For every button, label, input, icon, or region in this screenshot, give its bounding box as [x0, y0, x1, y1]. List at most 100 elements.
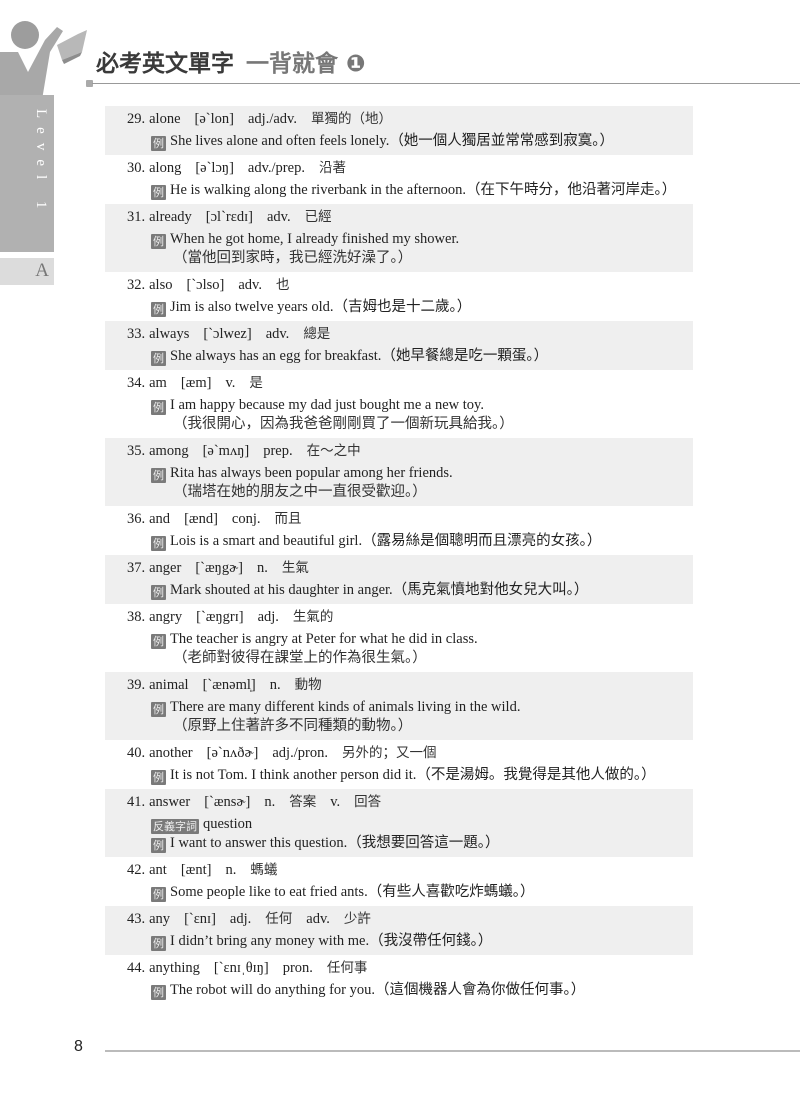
entry-number: 30.	[127, 160, 146, 176]
example-translation: （老師對彼得在課堂上的作為很生氣。）	[105, 649, 693, 668]
line-text: The teacher is angry at Peter for what h…	[170, 631, 478, 647]
example-icon: 例	[151, 585, 166, 600]
example-icon: 例	[151, 887, 166, 902]
entry-headword-line: 43. any [`ɛnɪ] adj. 任何 adv. 少許	[105, 908, 693, 932]
entry-number: 40.	[127, 745, 146, 761]
entry-part-of-speech: n.	[225, 862, 237, 878]
entry-part-of-speech: adj./adv.	[247, 111, 297, 127]
example-sentence: 例 Mark shouted at his daughter in anger.（…	[105, 581, 693, 600]
entry-meaning: 是	[249, 375, 263, 391]
antonym-line: 反義字詞 question	[105, 815, 693, 834]
line-text: He is walking along the riverbank in the…	[170, 182, 677, 198]
entry-word: also	[149, 277, 173, 293]
level-label: Level 1	[33, 109, 49, 218]
entry-number: 29.	[127, 111, 146, 127]
entry-number: 35.	[127, 443, 146, 459]
example-icon: 例	[151, 838, 166, 853]
entry-part-of-speech: prep.	[263, 443, 293, 459]
entry-part-of-speech: adv.	[266, 209, 291, 225]
entry-headword-line: 40. another [ə`nʌðɚ] adj./pron. 另外的；又一個	[105, 742, 693, 766]
vocab-entry: 42. ant [ænt] n. 螞蟻例 Some people like to eat …	[105, 857, 693, 906]
entry-meaning-2: 回答	[354, 794, 382, 810]
entry-meaning: 也	[275, 277, 290, 293]
book-subtitle: 一背就會 ❶	[246, 51, 366, 77]
line-text: question	[203, 816, 253, 832]
entry-number: 32.	[127, 277, 146, 293]
entry-headword-line: 29. alone [ə`lon] adj./adv. 單獨的（地）	[105, 108, 693, 132]
entry-phonetic: [ɔl`rɛdɪ]	[205, 209, 253, 225]
entry-word: angry	[149, 609, 183, 625]
entry-word: any	[149, 911, 171, 927]
vocab-entry: 38. angry [`æŋgrɪ] adj. 生氣的例 The teacher is a…	[105, 604, 693, 672]
entry-part-of-speech: n.	[269, 677, 281, 693]
example-sentence: 例 Jim is also twelve years old.（吉姆也是十二歲。）	[105, 298, 693, 317]
line-text: It is not Tom. I think another person di…	[170, 767, 656, 783]
entry-headword-line: 37. anger [`æŋgɚ] n. 生氣	[105, 557, 693, 581]
entry-headword-line: 32. also [`ɔlso] adv. 也	[105, 274, 693, 298]
example-sentence: 例 Rita has always been popular among her …	[105, 464, 693, 483]
vocab-entry: 35. among [ə`mʌŋ] prep. 在～之中例 Rita has always…	[105, 438, 693, 506]
example-sentence: 例 He is walking along the riverbank in th…	[105, 181, 693, 200]
entry-headword-line: 44. anything [`ɛnɪˌθɪŋ] pron. 任何事	[105, 957, 693, 981]
vocab-entry: 41. answer [`ænsɚ] n. 答案 v. 回答反義字詞 question 例 I w…	[105, 789, 693, 857]
entry-part-of-speech: adj./pron.	[272, 745, 328, 761]
entry-meaning: 答案	[289, 794, 317, 810]
line-text: She lives alone and often feels lonely.（…	[170, 133, 615, 149]
entry-headword-line: 42. ant [ænt] n. 螞蟻	[105, 859, 693, 883]
entry-phonetic: [`ɔlwez]	[203, 326, 252, 342]
line-text: （我很開心，因為我爸爸剛剛買了一個新玩具給我。）	[173, 416, 514, 432]
example-translation: （原野上住著許多不同種類的動物。）	[105, 717, 693, 736]
entry-meaning: 而且	[274, 511, 302, 527]
example-sentence: 例 It is not Tom. I think another person d…	[105, 766, 693, 785]
entry-word: another	[149, 745, 193, 761]
example-translation: （當他回到家時，我已經洗好澡了。）	[105, 249, 693, 268]
entry-phonetic: [ænt]	[180, 862, 212, 878]
example-sentence: 例 There are many different kinds of anima…	[105, 698, 693, 717]
line-text: I want to answer this question.（我想要回答這一題…	[170, 835, 500, 851]
vocab-entry: 34. am [æm] v. 是例 I am happy because my dad j…	[105, 370, 693, 438]
section-tab-letter: A	[35, 260, 49, 281]
vocab-entry: 39. animal [`ænəml̩] n. 動物例 There are many di…	[105, 672, 693, 740]
entry-part-of-speech: conj.	[231, 511, 261, 527]
example-icon: 例	[151, 302, 166, 317]
example-icon: 例	[151, 136, 166, 151]
entry-meaning: 已經	[304, 209, 332, 225]
entry-number: 42.	[127, 862, 146, 878]
entry-part-of-speech: adj.	[229, 911, 252, 927]
example-sentence: 例 Lois is a smart and beautiful girl.（露易絲…	[105, 532, 693, 551]
line-text: I am happy because my dad just bought me…	[170, 397, 484, 413]
entry-headword-line: 41. answer [`ænsɚ] n. 答案 v. 回答	[105, 791, 693, 815]
entry-part-of-speech-2: adv.	[306, 911, 330, 927]
example-icon: 例	[151, 468, 166, 483]
entry-number: 41.	[127, 794, 146, 810]
entry-headword-line: 33. always [`ɔlwez] adv. 總是	[105, 323, 693, 347]
example-sentence: 例 I want to answer this question.（我想要回答這一…	[105, 834, 693, 853]
entry-number: 44.	[127, 960, 146, 976]
line-text: （原野上住著許多不同種類的動物。）	[173, 718, 413, 734]
entry-word: am	[149, 375, 167, 391]
entry-number: 31.	[127, 209, 146, 225]
antonym-icon: 反義字詞	[151, 819, 199, 834]
vocab-entry: 37. anger [`æŋgɚ] n. 生氣例 Mark shouted at his …	[105, 555, 693, 604]
vocabulary-list: 29. alone [ə`lon] adj./adv. 單獨的（地） 例 She lives…	[105, 106, 693, 1004]
entry-meaning-2: 少許	[343, 911, 371, 927]
entry-word: alone	[149, 111, 181, 127]
entry-word: along	[149, 160, 182, 176]
vocab-entry: 30. along [ə`lɔŋ] adv./prep. 沿著例 He is walkin…	[105, 155, 693, 204]
line-text: （老師對彼得在課堂上的作為很生氣。）	[173, 650, 427, 666]
vocab-entry: 44. anything [`ɛnɪˌθɪŋ] pron. 任何事例 The robot …	[105, 955, 693, 1004]
footer-rule	[105, 1050, 800, 1052]
entry-part-of-speech: n.	[257, 560, 268, 576]
entry-meaning: 任何	[265, 911, 293, 927]
line-text: I didn’t bring any money with me.（我沒帶任何錢…	[170, 933, 493, 949]
entry-meaning: 生氣的	[292, 609, 334, 625]
entry-phonetic: [ə`nʌðɚ]	[206, 745, 259, 761]
vocab-entry: 31. already [ɔl`rɛdɪ] adv. 已經例 When he got ho…	[105, 204, 693, 272]
header-rule	[92, 83, 800, 84]
vocab-entry: 36. and [ænd] conj. 而且例 Lois is a smart and b…	[105, 506, 693, 555]
line-text: She always has an egg for breakfast.（她早餐…	[170, 348, 549, 364]
example-translation: （瑞塔在她的朋友之中一直很受歡迎。）	[105, 483, 693, 502]
example-sentence: 例 I am happy because my dad just bought m…	[105, 396, 693, 415]
line-text: The robot will do anything for you.（這個機器…	[170, 982, 586, 998]
entry-word: among	[149, 443, 189, 459]
